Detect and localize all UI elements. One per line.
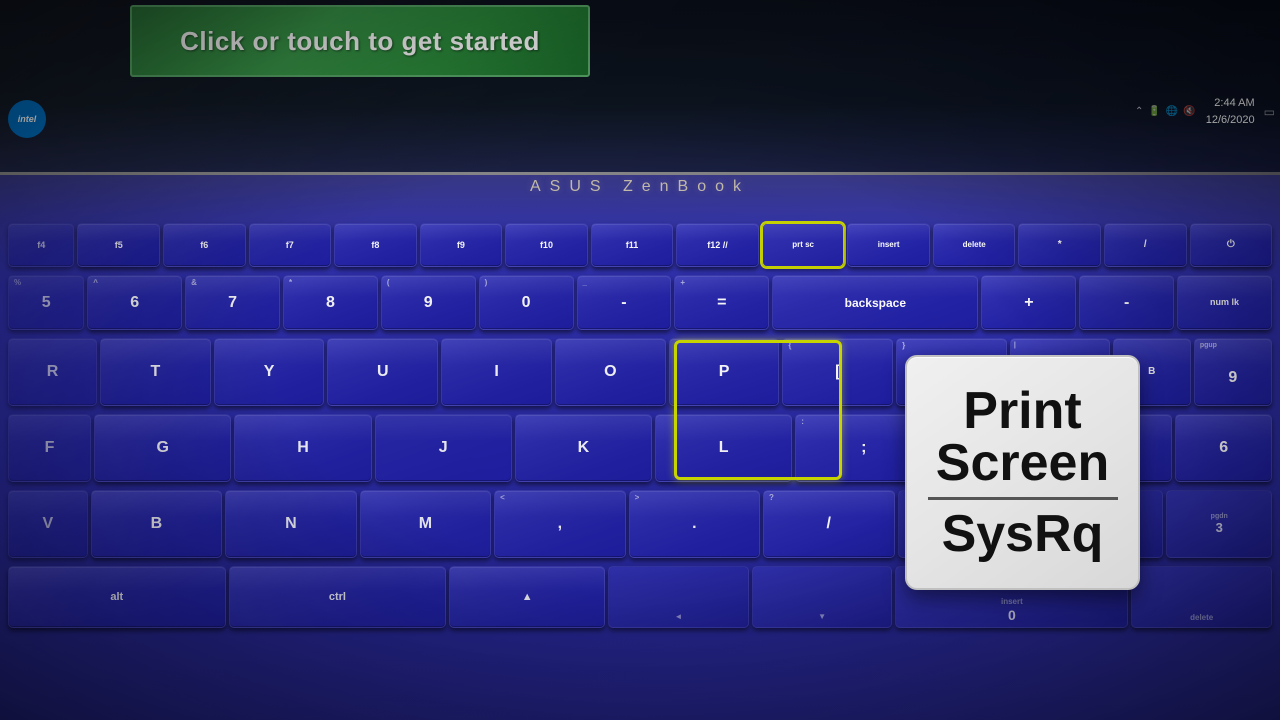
key-numpad-plus[interactable]: + (981, 275, 1076, 330)
number-key-row: % 5 ^ 6 & 7 * 8 ( 9 ) 0 _ - + = (8, 275, 1272, 330)
callout-line3: SysRq (942, 508, 1104, 560)
key-asterisk-fn[interactable]: * (1018, 223, 1101, 267)
fn-key-row: f4 f5 f6 f7 f8 f9 f10 f11 f12 // prt sc (8, 223, 1272, 267)
key-highlight-box (674, 340, 842, 480)
key-t[interactable]: T (100, 338, 211, 406)
time-text: 2:44 AM (1206, 95, 1255, 112)
key-k[interactable]: K (515, 414, 652, 482)
key-numpad-minus[interactable]: - (1079, 275, 1174, 330)
notifications-icon: ▭ (1264, 105, 1275, 119)
callout-line1: Print (963, 385, 1081, 437)
prtsc-callout-box: Print Screen SysRq (905, 355, 1140, 590)
date-text: 12/6/2020 (1206, 112, 1255, 129)
key-v[interactable]: V (8, 490, 88, 558)
key-f4[interactable]: f4 (8, 223, 74, 267)
clock-display: 2:44 AM 12/6/2020 (1206, 95, 1255, 128)
network-icon: 🌐 (1166, 106, 1178, 117)
key-caret-6[interactable]: ^ 6 (87, 275, 182, 330)
banner-text: Click or touch to get started (180, 26, 540, 57)
key-backspace[interactable]: backspace (772, 275, 978, 330)
key-period[interactable]: > . (629, 490, 760, 558)
key-i[interactable]: I (441, 338, 552, 406)
intel-logo: intel (8, 100, 46, 138)
key-fslash[interactable]: ? / (763, 490, 894, 558)
key-numpad-6[interactable]: 6 (1175, 414, 1272, 482)
key-b[interactable]: B (91, 490, 222, 558)
key-star-8[interactable]: * 8 (283, 275, 378, 330)
key-delete-fn[interactable]: delete (933, 223, 1016, 267)
key-f11[interactable]: f11 (591, 223, 674, 267)
click-to-start-banner[interactable]: Click or touch to get started (130, 5, 590, 77)
key-arrow-up[interactable]: ▲ (449, 566, 605, 628)
key-power[interactable]: ⏻ (1190, 223, 1273, 267)
key-amp-7[interactable]: & 7 (185, 275, 280, 330)
laptop-screen: intel Click or touch to get started ⌃ 🔋 … (0, 0, 1280, 175)
key-f12[interactable]: f12 // (676, 223, 759, 267)
key-n[interactable]: N (225, 490, 356, 558)
key-f5[interactable]: f5 (77, 223, 160, 267)
volume-icon: 🔇 (1183, 106, 1195, 117)
callout-divider (928, 497, 1118, 500)
key-g[interactable]: G (94, 414, 231, 482)
key-slash-fn[interactable]: / (1104, 223, 1187, 267)
key-num-lock[interactable]: num lk (1177, 275, 1272, 330)
key-f10[interactable]: f10 (505, 223, 588, 267)
key-f8[interactable]: f8 (334, 223, 417, 267)
key-numpad-9[interactable]: pgup 9 (1194, 338, 1272, 406)
battery-icon: 🔋 (1148, 106, 1160, 117)
key-percent-5[interactable]: % 5 (8, 275, 84, 330)
key-f7[interactable]: f7 (249, 223, 332, 267)
key-r[interactable]: R (8, 338, 97, 406)
key-u[interactable]: U (327, 338, 438, 406)
key-paren-0[interactable]: ) 0 (479, 275, 574, 330)
key-h[interactable]: H (234, 414, 371, 482)
brand-label: ASUS ZenBook (530, 178, 750, 196)
key-f9[interactable]: f9 (420, 223, 503, 267)
key-paren-9[interactable]: ( 9 (381, 275, 476, 330)
key-insert-fn[interactable]: insert (847, 223, 930, 267)
key-numpad-arrow-left[interactable]: ◄ (608, 566, 749, 628)
callout-line2: Screen (936, 437, 1109, 489)
key-m[interactable]: M (360, 490, 491, 558)
key-numpad-3[interactable]: pgdn 3 (1166, 490, 1272, 558)
key-j[interactable]: J (375, 414, 512, 482)
key-numpad-arrow-down[interactable]: ▼ (752, 566, 893, 628)
key-o[interactable]: O (555, 338, 666, 406)
key-numpad-delete[interactable]: delete (1131, 566, 1272, 628)
key-minus[interactable]: _ - (577, 275, 672, 330)
system-tray: ⌃ 🔋 🌐 🔇 2:44 AM 12/6/2020 ▭ (1135, 95, 1275, 128)
key-alt[interactable]: alt (8, 566, 226, 628)
key-ctrl[interactable]: ctrl (229, 566, 447, 628)
key-y[interactable]: Y (214, 338, 325, 406)
tray-chevron-icon: ⌃ (1135, 106, 1143, 117)
key-f[interactable]: F (8, 414, 91, 482)
key-equals[interactable]: + = (674, 275, 769, 330)
key-comma[interactable]: < , (494, 490, 625, 558)
key-f6[interactable]: f6 (163, 223, 246, 267)
key-prtsc-fn[interactable]: prt sc (762, 223, 845, 267)
